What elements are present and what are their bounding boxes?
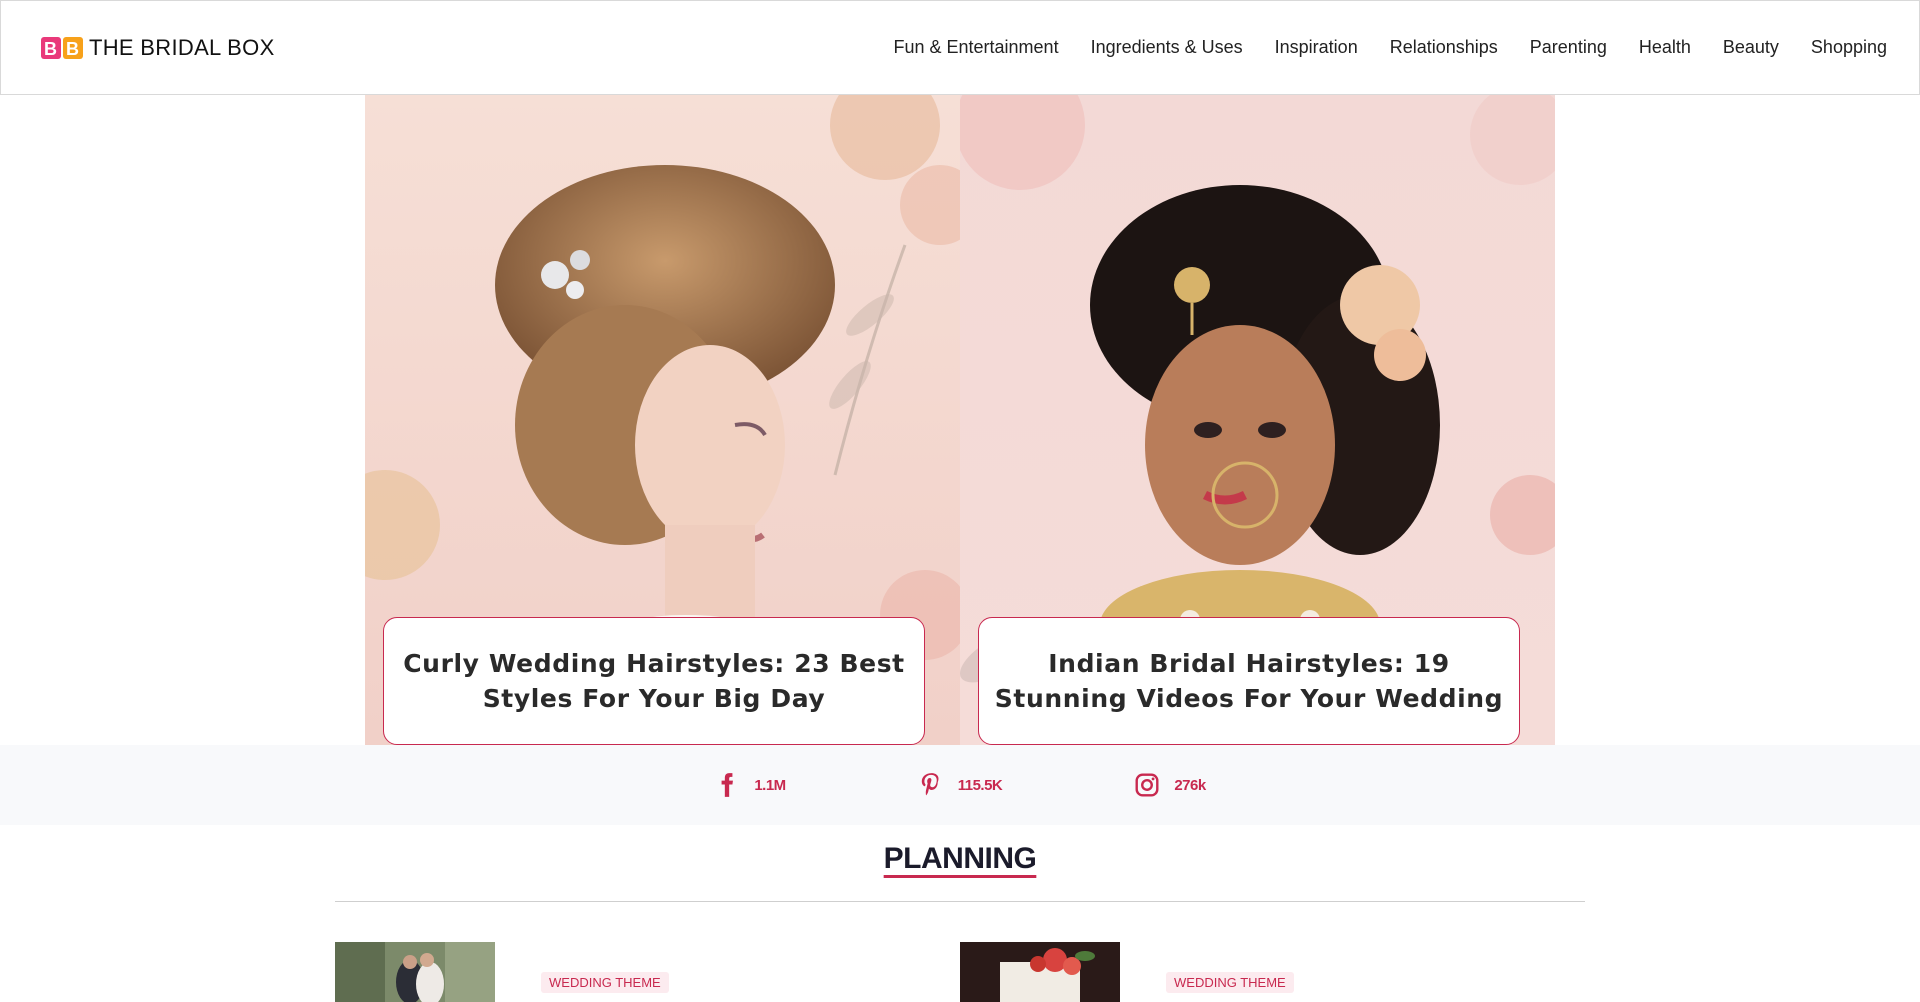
nav-item-shopping[interactable]: Shopping bbox=[1811, 37, 1887, 58]
planning-title-link[interactable]: PLANNING bbox=[884, 842, 1037, 875]
nav-item-fun-entertainment[interactable]: Fun & Entertainment bbox=[893, 37, 1058, 58]
brand-logo-link[interactable]: B B THE BRIDAL BOX bbox=[41, 34, 275, 62]
facebook-icon bbox=[721, 773, 734, 797]
brand-logo-icon: B B bbox=[41, 36, 83, 59]
hero-card-indian-bridal-hairstyles[interactable]: Indian Bridal Hairstyles: 19 Stunning Vi… bbox=[960, 95, 1555, 745]
planning-section-title: PLANNING bbox=[0, 842, 1920, 876]
social-facebook-link[interactable]: 1.1M bbox=[645, 772, 855, 798]
pinterest-icon bbox=[921, 773, 939, 796]
hero-carousel: Curly Wedding Hairstyles: 23 Best Styles… bbox=[365, 95, 1555, 745]
wedding-cake-thumbnail[interactable] bbox=[960, 942, 1120, 1002]
hero-card-curly-hairstyles[interactable]: Curly Wedding Hairstyles: 23 Best Styles… bbox=[365, 95, 960, 745]
site-header: B B THE BRIDAL BOX Fun & Entertainment I… bbox=[0, 0, 1920, 95]
main-nav: Fun & Entertainment Ingredients & Uses I… bbox=[893, 37, 1887, 58]
nav-item-ingredients-uses[interactable]: Ingredients & Uses bbox=[1091, 37, 1243, 58]
hero-card-caption[interactable]: Curly Wedding Hairstyles: 23 Best Styles… bbox=[383, 617, 925, 745]
hero-card-title[interactable]: Indian Bridal Hairstyles: 19 Stunning Vi… bbox=[991, 646, 1507, 716]
wedding-couple-thumbnail[interactable] bbox=[335, 942, 495, 1002]
nav-item-beauty[interactable]: Beauty bbox=[1723, 37, 1779, 58]
instagram-icon bbox=[1135, 773, 1159, 797]
social-pinterest-link[interactable]: 115.5K bbox=[855, 772, 1065, 798]
social-instagram-link[interactable]: 276k bbox=[1065, 772, 1275, 798]
facebook-count: 1.1M bbox=[754, 776, 786, 794]
nav-item-parenting[interactable]: Parenting bbox=[1530, 37, 1607, 58]
hero-card-title[interactable]: Curly Wedding Hairstyles: 23 Best Styles… bbox=[396, 646, 912, 716]
nav-item-inspiration[interactable]: Inspiration bbox=[1275, 37, 1358, 58]
hero-card-caption[interactable]: Indian Bridal Hairstyles: 19 Stunning Vi… bbox=[978, 617, 1520, 745]
pinterest-count: 115.5K bbox=[957, 776, 1003, 794]
instagram-count: 276k bbox=[1174, 776, 1206, 794]
social-followers-strip: 1.1M 115.5K 276k bbox=[0, 745, 1920, 825]
section-divider bbox=[335, 901, 1585, 902]
nav-item-health[interactable]: Health bbox=[1639, 37, 1691, 58]
svg-text:B: B bbox=[66, 39, 79, 59]
planning-post-card[interactable]: WEDDING THEME bbox=[960, 942, 1294, 1002]
post-category-tag[interactable]: WEDDING THEME bbox=[1166, 972, 1294, 993]
svg-text:B: B bbox=[44, 39, 57, 59]
nav-item-relationships[interactable]: Relationships bbox=[1390, 37, 1498, 58]
brand-name: THE BRIDAL BOX bbox=[89, 34, 275, 60]
planning-post-card[interactable]: WEDDING THEME bbox=[335, 942, 669, 1002]
post-category-tag[interactable]: WEDDING THEME bbox=[541, 972, 669, 993]
